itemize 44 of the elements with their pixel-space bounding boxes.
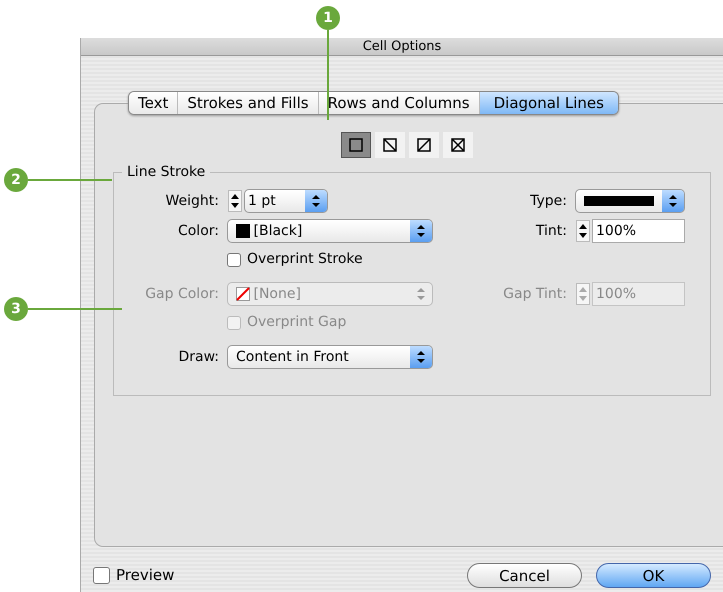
line-type-dropdown[interactable] [575, 189, 685, 213]
checkbox-label: Overprint Gap [247, 313, 346, 332]
input-field[interactable]: 100% [592, 219, 685, 243]
color-dropdown[interactable]: [Black] [227, 219, 433, 243]
square-icon [349, 138, 363, 152]
field-label: Gap Tint: [502, 284, 567, 304]
tab[interactable]: Strokes and Fills [178, 92, 319, 114]
arrows-icon [669, 195, 677, 207]
checkbox-label: Preview [116, 565, 174, 586]
window-title: Cell Options [362, 38, 442, 54]
field-label: Gap Color: [144, 284, 219, 304]
checkbox-label: Overprint Stroke [247, 250, 363, 269]
arrows-icon [417, 288, 425, 300]
arrows-icon [417, 225, 425, 237]
checkbox[interactable] [227, 252, 241, 266]
callout-number: 3 [4, 297, 28, 321]
field-label: Tint: [534, 222, 567, 240]
cancel-button[interactable]: Cancel [467, 563, 582, 588]
ok-button[interactable]: OK [596, 563, 711, 588]
arrows-icon [417, 351, 425, 363]
stepper-arrows[interactable] [227, 190, 243, 212]
field-label: Draw: [177, 348, 219, 366]
field-label: Weight: [164, 192, 219, 210]
field-label: Type: [529, 192, 567, 210]
callout-number: 1 [316, 6, 340, 30]
square-diagonal-icon [417, 138, 431, 152]
diagonal-option-button[interactable] [341, 132, 371, 158]
diagonal-option-button[interactable] [443, 132, 473, 158]
diagonal-option-button[interactable] [409, 132, 439, 158]
combo-field[interactable]: 1 pt [244, 189, 328, 213]
tab[interactable]: Diagonal Lines [480, 92, 618, 114]
arrows-icon [312, 195, 320, 207]
square-diagonal-icon [383, 138, 397, 152]
swatch-icon [236, 224, 250, 238]
callout-number: 2 [4, 168, 28, 192]
field-label: Color: [176, 222, 219, 240]
draw-dropdown[interactable]: Content in Front [227, 345, 433, 369]
square-cross-icon [451, 138, 465, 152]
stepper-arrows[interactable] [575, 220, 591, 242]
tab[interactable]: Text [129, 92, 178, 114]
no-color-icon [236, 287, 250, 301]
checkbox[interactable] [93, 567, 110, 584]
diagonal-option-button[interactable] [375, 132, 405, 158]
tab[interactable]: Rows and Columns [318, 92, 480, 114]
